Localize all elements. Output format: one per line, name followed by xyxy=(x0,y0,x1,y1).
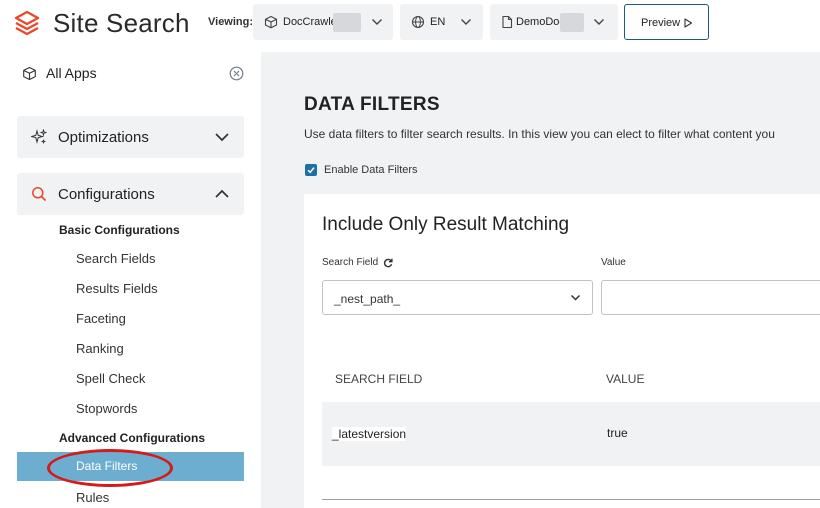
sparkles-icon xyxy=(31,129,47,145)
table-row[interactable]: _latestversion true xyxy=(322,402,820,466)
filter-card: Include Only Result Matching Search Fiel… xyxy=(304,194,820,508)
card-title: Include Only Result Matching xyxy=(322,214,570,235)
language-select[interactable]: EN xyxy=(400,4,483,40)
search-icon xyxy=(32,187,47,202)
sidebar: All Apps Optimizations Configurations Ba… xyxy=(0,48,261,508)
table-cell-field: _latestversion xyxy=(332,427,407,441)
sidebar-item-ranking[interactable]: Ranking xyxy=(76,341,124,356)
table-header-value: VALUE xyxy=(606,372,645,386)
cube-icon xyxy=(264,15,278,29)
all-apps-label: All Apps xyxy=(46,65,97,81)
document-select[interactable]: DemoDoc xyxy=(490,4,618,40)
unpin-icon[interactable] xyxy=(229,66,244,81)
chevron-down-icon xyxy=(372,19,382,25)
page-description: Use data filters to filter search result… xyxy=(304,127,775,141)
sidebar-item-spell-check[interactable]: Spell Check xyxy=(76,371,145,386)
search-field-select[interactable]: _nest_path_ xyxy=(322,280,593,315)
search-field-select-value: _nest_path_ xyxy=(334,292,401,306)
sidebar-item-stopwords[interactable]: Stopwords xyxy=(76,401,137,416)
configurations-label: Configurations xyxy=(58,186,155,203)
redacted-block xyxy=(560,13,584,32)
page-title: DATA FILTERS xyxy=(304,94,440,115)
refresh-icon[interactable] xyxy=(383,258,393,268)
preview-button[interactable]: Preview xyxy=(624,4,709,40)
chevron-down-icon xyxy=(461,19,471,25)
viewing-label: Viewing: xyxy=(208,16,254,28)
crawler-select-value: DocCrawler xyxy=(283,16,341,28)
optimizations-accordion[interactable]: Optimizations xyxy=(17,116,244,158)
advanced-configurations-heading: Advanced Configurations xyxy=(59,431,206,445)
redacted-block xyxy=(333,13,361,32)
chevron-up-icon xyxy=(215,189,229,198)
app-title: Site Search xyxy=(53,8,190,38)
sidebar-item-data-filters[interactable]: Data Filters xyxy=(17,452,244,481)
divider xyxy=(322,499,820,500)
document-icon xyxy=(502,15,513,29)
sidebar-item-rules[interactable]: Rules xyxy=(76,490,109,505)
optimizations-label: Optimizations xyxy=(58,129,149,146)
chevron-down-icon xyxy=(215,133,229,142)
top-bar: Site Search Viewing: DocCrawler EN DemoD… xyxy=(0,0,820,48)
checkmark-icon xyxy=(307,167,315,174)
enable-data-filters-checkbox[interactable] xyxy=(305,164,317,176)
play-icon xyxy=(684,18,693,28)
language-select-value: EN xyxy=(430,16,446,28)
search-field-label: Search Field xyxy=(322,257,379,268)
table-cell-value: true xyxy=(607,426,628,440)
sidebar-item-faceting[interactable]: Faceting xyxy=(76,311,126,326)
globe-icon xyxy=(411,15,425,29)
value-label: Value xyxy=(601,257,626,268)
table-header-search-field: SEARCH FIELD xyxy=(335,372,423,386)
basic-configurations-heading: Basic Configurations xyxy=(59,223,180,237)
site-search-logo-icon xyxy=(14,10,40,36)
crawler-select[interactable]: DocCrawler xyxy=(253,4,393,40)
sidebar-item-results-fields[interactable]: Results Fields xyxy=(76,281,158,296)
value-input[interactable] xyxy=(601,280,820,315)
document-select-value: DemoDoc xyxy=(516,16,565,28)
chevron-down-icon xyxy=(594,19,604,25)
sidebar-item-label: Data Filters xyxy=(76,459,138,473)
chevron-down-icon xyxy=(570,294,581,301)
main-content: DATA FILTERS Use data filters to filter … xyxy=(261,52,820,508)
cube-icon xyxy=(23,66,36,81)
preview-button-label: Preview xyxy=(641,17,681,29)
sidebar-item-search-fields[interactable]: Search Fields xyxy=(76,251,155,266)
enable-data-filters-label: Enable Data Filters xyxy=(324,164,418,176)
configurations-accordion[interactable]: Configurations xyxy=(17,173,244,215)
